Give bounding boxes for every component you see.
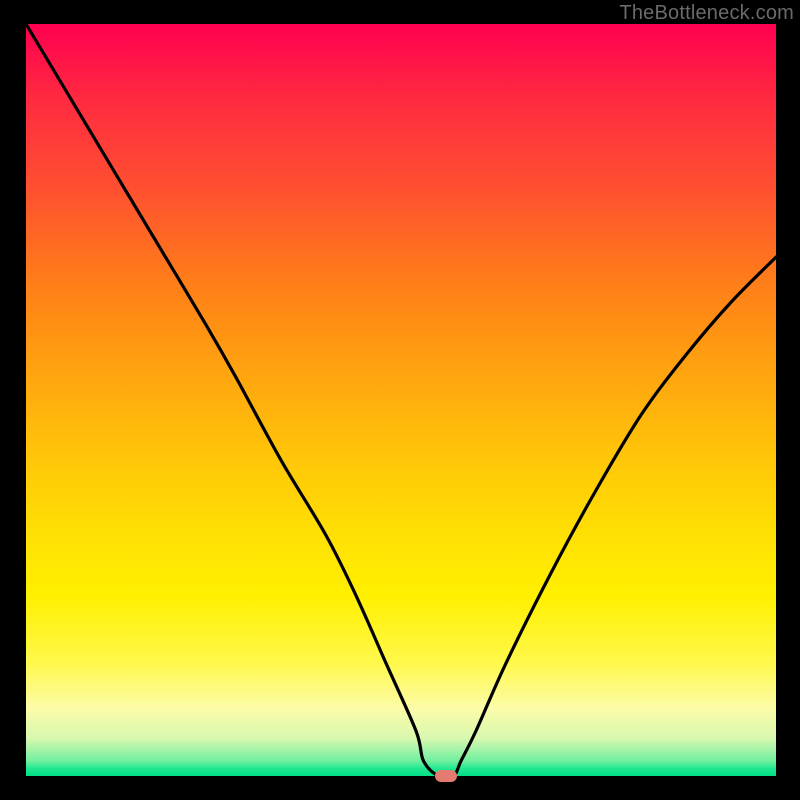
bottleneck-curve — [26, 24, 776, 776]
optimal-marker — [435, 770, 457, 782]
watermark-text: TheBottleneck.com — [619, 2, 794, 25]
plot-area — [26, 24, 776, 776]
chart-frame: TheBottleneck.com — [0, 0, 800, 800]
curve-path — [26, 24, 776, 776]
